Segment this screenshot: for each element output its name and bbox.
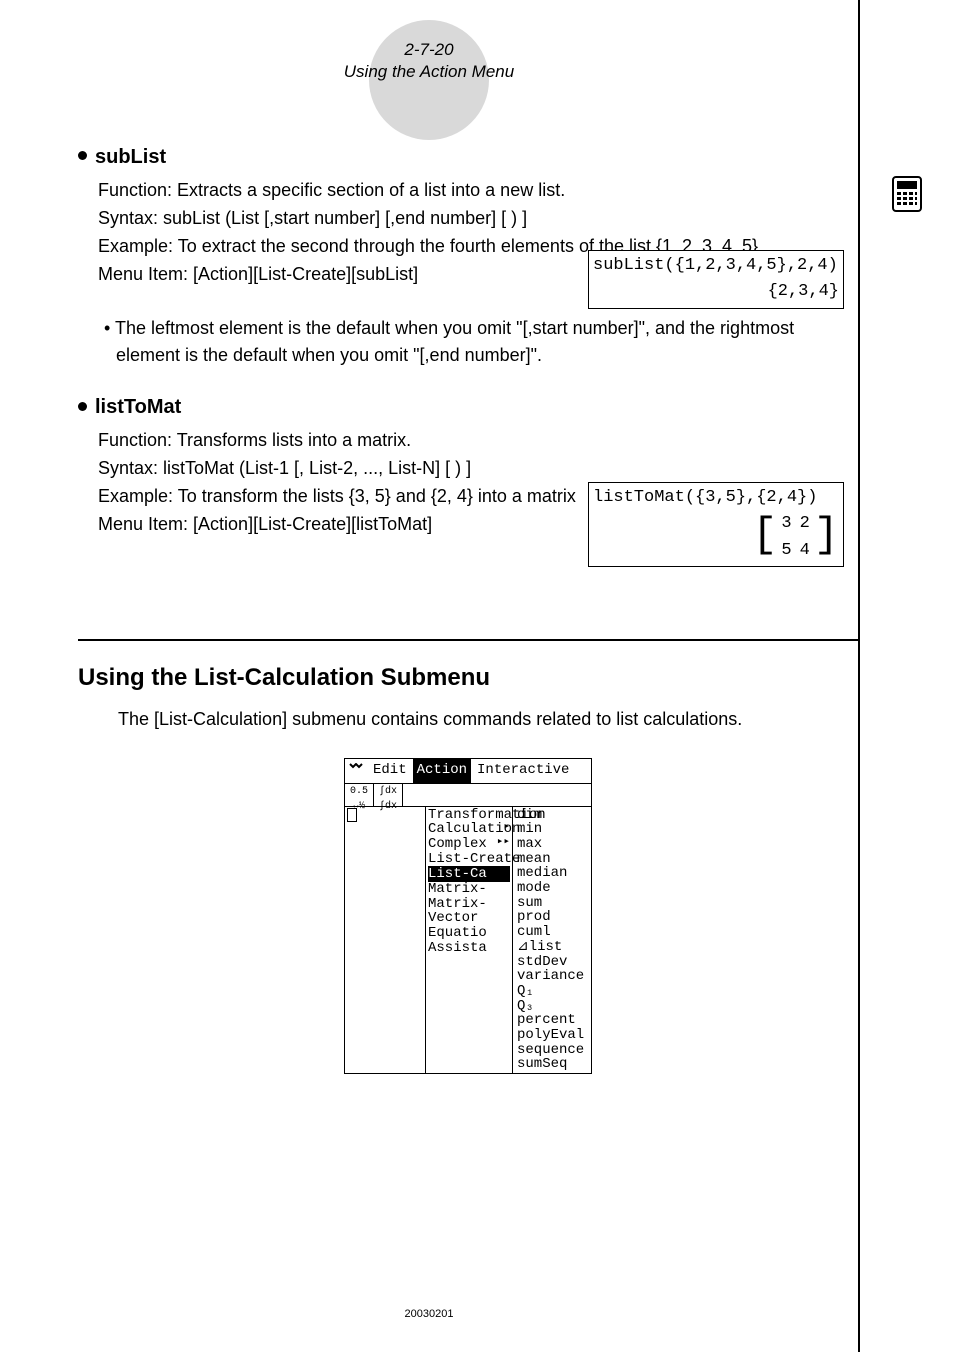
menubar-action[interactable]: Action [413, 759, 471, 783]
calculator-icon [892, 176, 922, 217]
submenu-item[interactable]: sum [517, 896, 587, 911]
submenu-item[interactable]: median [517, 866, 587, 881]
submenu-item[interactable]: sumSeq [517, 1057, 587, 1072]
submenu-item[interactable]: sequence [517, 1043, 587, 1058]
footer-id: 20030201 [0, 1308, 858, 1320]
submenu-item[interactable]: percent [517, 1013, 587, 1028]
submenu-item[interactable]: mode [517, 881, 587, 896]
page-ref: 2-7-20 [0, 39, 858, 61]
menubar-interactive[interactable]: Interactive [471, 759, 575, 783]
menu-item[interactable]: List-Create [428, 852, 510, 868]
calc-output-line: {2,3,4} [593, 279, 839, 305]
calc-toolbar: 0.5↔½ ∫dx∫dx [345, 784, 591, 807]
menu-item[interactable]: Complex [428, 837, 510, 852]
matrix-output: [ 32 54 ] [752, 511, 839, 564]
menu-item[interactable]: Transformation [428, 808, 510, 823]
submenu-item[interactable]: prod [517, 910, 587, 925]
submenu-item[interactable]: Q₁ [517, 984, 587, 999]
calc-output-sublist: subList({1,2,3,4,5},2,4) {2,3,4} [588, 250, 844, 309]
cursor-icon [347, 808, 357, 822]
page-header: 2-7-20 Using the Action Menu [0, 24, 858, 83]
menu-item[interactable]: Calculation [428, 822, 510, 837]
side-rail [858, 0, 954, 1352]
toolbar-icon[interactable]: 0.5↔½ [345, 784, 374, 806]
calc-menubar: Edit Action Interactive [345, 759, 591, 784]
submenu-item[interactable]: polyEval [517, 1028, 587, 1043]
sublist-note: • The leftmost element is the default wh… [116, 315, 858, 371]
submenu-item[interactable]: cuml [517, 925, 587, 940]
menu-item[interactable]: Matrix- [428, 897, 510, 912]
calc-output-listtomat: listToMat({3,5},{2,4}) [ 32 54 ] [588, 482, 844, 567]
menu-item[interactable]: Vector [428, 911, 510, 926]
heading-sublist: subList [78, 142, 858, 173]
submenu-item[interactable]: dim [517, 808, 587, 823]
submenu-item[interactable]: Q₃ [517, 999, 587, 1014]
sublist-function: Function: Extracts a specific section of… [98, 177, 858, 205]
menu-item[interactable]: Matrix- [428, 882, 510, 897]
menu-item[interactable]: Assista [428, 941, 510, 956]
menubar-logo-icon [345, 759, 367, 783]
toolbar-icon[interactable]: ∫dx∫dx [374, 784, 403, 806]
calc-action-menu: Transformation Calculation Complex List-… [426, 807, 513, 1073]
calc-input-line2: listToMat({3,5},{2,4}) [593, 485, 839, 511]
section-desc-listcalc: The [List-Calculation] submenu contains … [118, 706, 858, 734]
menu-item-highlighted[interactable]: List-Ca [428, 867, 510, 882]
submenu-item[interactable]: min [517, 822, 587, 837]
heading-listtomat: listToMat [78, 392, 858, 423]
calc-menu-screenshot: Edit Action Interactive 0.5↔½ ∫dx∫dx Tra… [344, 758, 592, 1074]
page-content: subList Function: Extracts a specific se… [78, 120, 858, 1074]
section-heading-listcalc: Using the List-Calculation Submenu [78, 639, 858, 696]
listtomat-function: Function: Transforms lists into a matrix… [98, 427, 858, 455]
sublist-syntax: Syntax: subList (List [,start number] [,… [98, 205, 858, 233]
menubar-edit[interactable]: Edit [367, 759, 413, 783]
calc-input-line: subList({1,2,3,4,5},2,4) [593, 253, 839, 279]
calc-submenu-listcalc: dim min max mean median mode sum prod cu… [513, 807, 591, 1073]
submenu-item[interactable]: stdDev [517, 955, 587, 970]
submenu-item[interactable]: mean [517, 852, 587, 867]
submenu-item[interactable]: variance [517, 969, 587, 984]
calc-workarea [345, 807, 426, 1073]
listtomat-syntax: Syntax: listToMat (List-1 [, List-2, ...… [98, 455, 858, 483]
submenu-item[interactable]: ⊿list [517, 940, 587, 955]
page-title: Using the Action Menu [0, 61, 858, 83]
menu-item[interactable]: Equatio [428, 926, 510, 941]
submenu-item[interactable]: max [517, 837, 587, 852]
